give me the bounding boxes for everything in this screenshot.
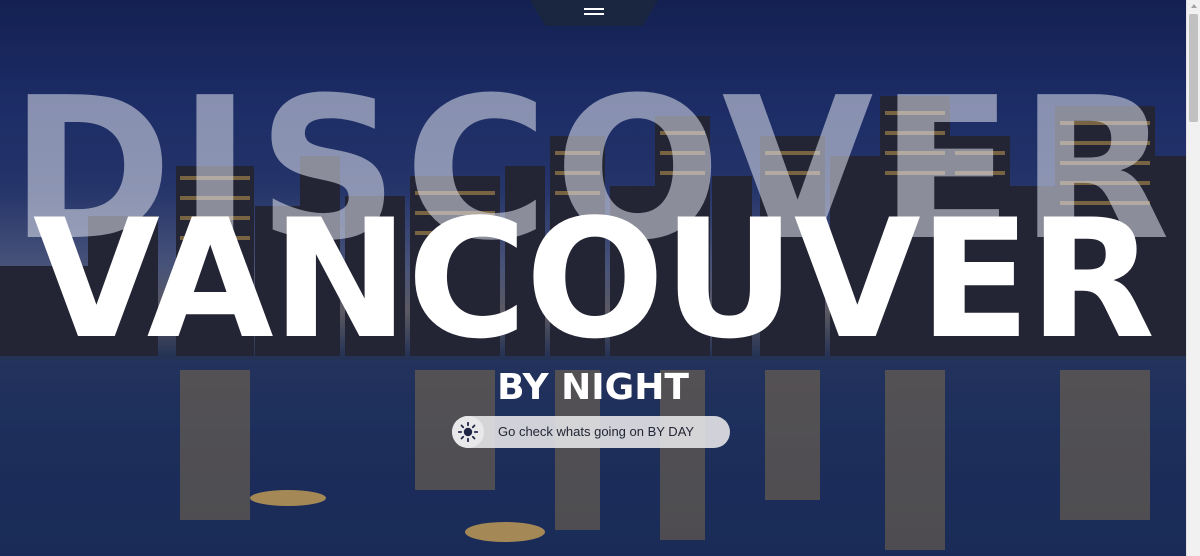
page: DISCOVER VANCOUVER BY NIGHT Go check wha… — [0, 0, 1200, 556]
sun-icon — [458, 422, 478, 442]
vertical-scrollbar[interactable] — [1186, 0, 1200, 556]
by-day-button[interactable]: Go check whats going on BY DAY — [452, 416, 730, 448]
sun-icon-badge — [452, 416, 484, 448]
by-day-button-label: Go check whats going on BY DAY — [498, 424, 695, 439]
scrollbar-thumb[interactable] — [1189, 14, 1198, 122]
headline-vancouver: VANCOUVER — [32, 184, 1155, 375]
subheadline-by-night: BY NIGHT — [497, 367, 689, 408]
hamburger-menu-icon[interactable] — [584, 8, 604, 18]
scroll-up-arrow-icon[interactable] — [1191, 4, 1197, 8]
